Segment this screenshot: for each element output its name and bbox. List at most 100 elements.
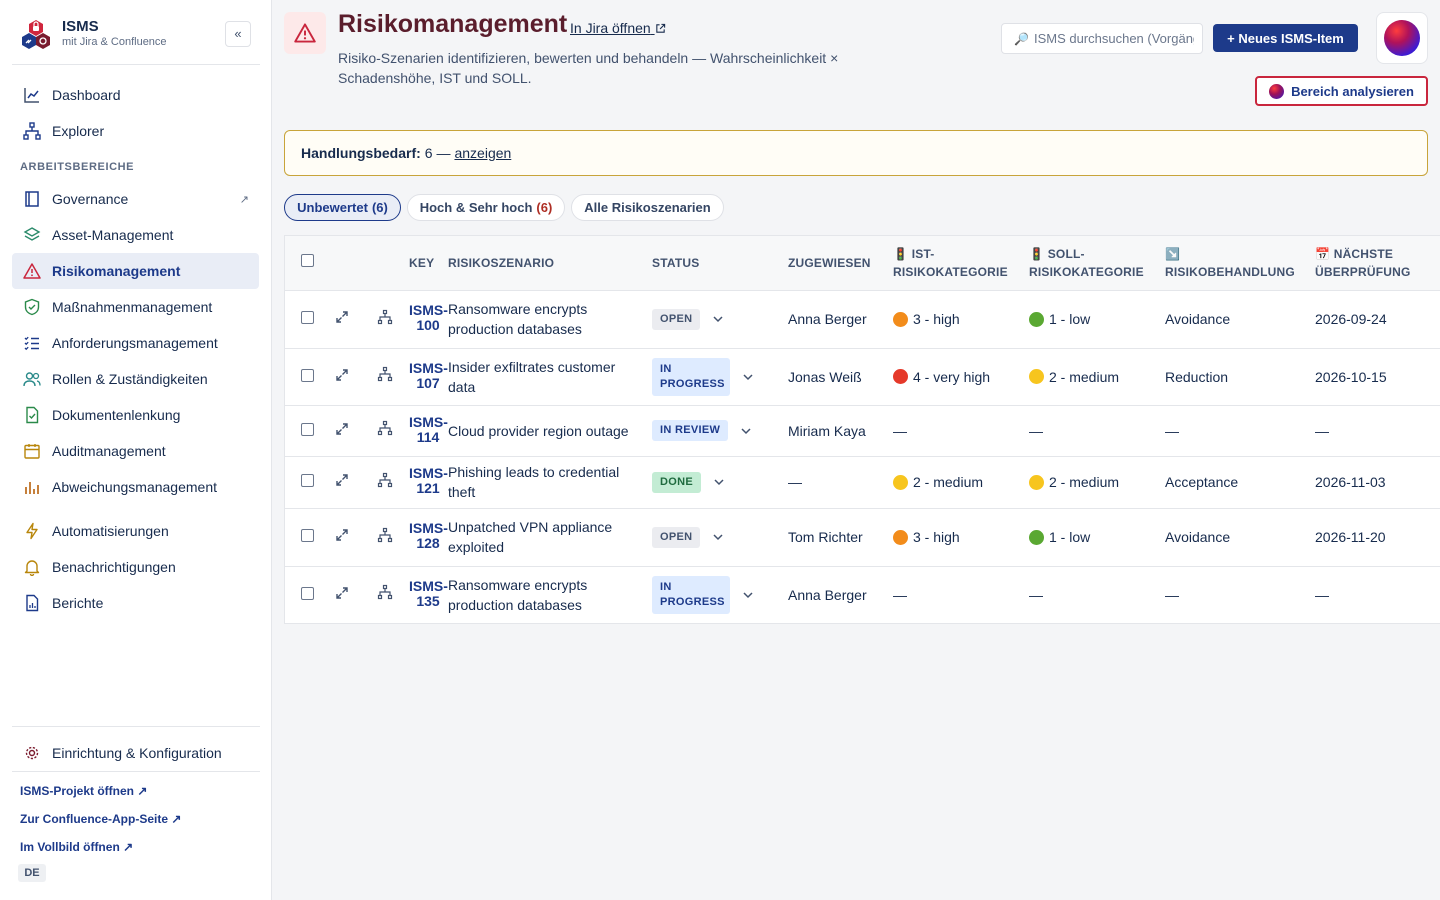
chevron-down-icon[interactable] <box>742 589 754 601</box>
issue-key: ISMS- 114 <box>409 413 448 445</box>
col-header-ist-label: IST-RISIKOKATEGORIE <box>893 246 1008 279</box>
sidebar-item-automatisierungen[interactable]: Automatisierungen <box>12 513 259 549</box>
filter-chip-alle[interactable]: Alle Risikoszenarien <box>571 194 724 221</box>
layers-icon <box>12 217 52 253</box>
table-row[interactable]: ISMS- 100 Ransomware encrypts production d… <box>285 290 1440 349</box>
analyze-area-button[interactable]: Bereich analysieren <box>1255 76 1428 106</box>
col-header-key[interactable]: KEY <box>409 236 448 291</box>
hierarchy-icon[interactable] <box>377 366 393 382</box>
ist-category: 4 - very high <box>913 368 991 385</box>
expand-icon[interactable] <box>335 310 349 324</box>
col-header-next-review[interactable]: 📅 NÄCHSTE ÜBERPRÜFUNG <box>1315 236 1440 291</box>
users-icon <box>12 361 52 397</box>
open-isms-project-link[interactable]: ISMS-Projekt öffnen ↗ <box>20 784 147 798</box>
main-content: Risikomanagement In Jira öffnen Risiko-S… <box>272 0 1440 900</box>
show-action-items-link[interactable]: anzeigen <box>454 145 511 161</box>
issue-key-link[interactable]: ISMS- 128 <box>409 521 448 551</box>
chevron-down-icon[interactable] <box>712 313 724 325</box>
table-row[interactable]: ISMS- 107 Insider exfiltrates customer dat… <box>285 348 1440 406</box>
language-badge[interactable]: DE <box>18 864 46 882</box>
sidebar-item-label: Automatisierungen <box>52 523 169 539</box>
col-header-ist[interactable]: 🚦 IST-RISIKOKATEGORIE <box>893 236 1029 291</box>
filter-chip-hoch[interactable]: Hoch & Sehr hoch (6) <box>407 194 565 221</box>
hierarchy-icon[interactable] <box>377 527 393 543</box>
sidebar-item-einrichtung[interactable]: Einrichtung & Konfiguration <box>12 735 259 771</box>
traffic-light-icon: 🚦 <box>893 246 909 261</box>
expand-icon[interactable] <box>335 473 349 487</box>
sidebar-item-dashboard[interactable]: Dashboard <box>12 77 259 113</box>
assignee: — <box>788 474 802 490</box>
hierarchy-icon[interactable] <box>377 584 393 600</box>
sidebar-item-governance[interactable]: Governance ↗ <box>12 181 259 217</box>
brand-name: ISMS <box>62 18 99 35</box>
issue-key-link[interactable]: ISMS- 135 <box>409 578 448 609</box>
row-checkbox[interactable] <box>301 368 314 382</box>
col-header-scenario[interactable]: RISIKOSZENARIO <box>448 236 652 291</box>
sidebar-item-label: Maßnahmenmanagement <box>52 299 213 315</box>
row-checkbox[interactable] <box>301 422 314 436</box>
ist-category: — <box>893 586 907 603</box>
calendar-icon: 📅 <box>1315 246 1331 261</box>
collapse-sidebar-button[interactable]: « <box>225 21 251 47</box>
traffic-light-icon: 🚦 <box>1029 246 1045 261</box>
fullscreen-link[interactable]: Im Vollbild öffnen ↗ <box>20 840 133 854</box>
chevron-down-icon[interactable] <box>740 425 752 437</box>
confluence-app-page-link[interactable]: Zur Confluence-App-Seite ↗ <box>20 812 181 826</box>
hierarchy-icon[interactable] <box>377 472 393 488</box>
table-row[interactable]: ISMS- 114 Cloud provider region outage IN R… <box>285 405 1440 457</box>
status-badge: IN PROGRESS <box>652 357 730 396</box>
table-row[interactable]: ISMS- 135 Ransomware encrypts production d… <box>285 566 1440 623</box>
sidebar-item-rollen[interactable]: Rollen & Zuständigkeiten <box>12 361 259 397</box>
row-checkbox[interactable] <box>301 311 314 324</box>
sidebar-item-explorer[interactable]: Explorer <box>12 113 259 149</box>
chevron-down-icon[interactable] <box>742 371 754 383</box>
select-all-checkbox[interactable] <box>301 253 314 267</box>
sidebar-item-asset-management[interactable]: Asset-Management <box>12 217 259 253</box>
sidebar-item-abweichungen[interactable]: Abweichungsmanagement <box>12 469 259 505</box>
issue-key: ISMS- 107 <box>409 359 448 391</box>
chevron-down-icon[interactable] <box>712 531 724 543</box>
expand-icon[interactable] <box>335 528 349 542</box>
issue-key-link[interactable]: ISMS- 107 <box>409 359 448 391</box>
chevron-down-icon[interactable] <box>713 476 725 488</box>
sidebar-item-anforderungen[interactable]: Anforderungsmanagement <box>12 325 259 361</box>
issue-key-link[interactable]: ISMS- 114 <box>409 413 448 445</box>
sidebar-item-label: Abweichungsmanagement <box>52 479 217 495</box>
sidebar-item-berichte[interactable]: Berichte <box>12 585 259 621</box>
expand-icon[interactable] <box>335 422 349 436</box>
cog-icon <box>12 735 52 771</box>
status-badge: IN REVIEW <box>652 420 729 441</box>
status-badge: OPEN <box>652 526 701 548</box>
sidebar-item-benachrichtigungen[interactable]: Benachrichtigungen <box>12 549 259 585</box>
new-isms-item-button[interactable]: + Neues ISMS-Item <box>1213 24 1358 52</box>
col-header-treatment[interactable]: ↘️ RISIKOBEHANDLUNG <box>1165 236 1315 291</box>
risk-level-dot-icon <box>1029 369 1044 384</box>
bell-icon <box>12 549 52 585</box>
table-row[interactable]: ISMS- 128 Unpatched VPN appliance exploite… <box>285 508 1440 567</box>
row-checkbox[interactable] <box>301 474 314 487</box>
sidebar-item-dokumente[interactable]: Dokumentenlenkung <box>12 397 259 433</box>
col-header-soll[interactable]: 🚦 SOLL-RISIKOKATEGORIE <box>1029 236 1165 291</box>
expand-icon[interactable] <box>335 586 349 600</box>
table-row[interactable]: ISMS- 121 Phishing leads to credential the… <box>285 456 1440 509</box>
issue-key-link[interactable]: ISMS- 121 <box>409 466 448 496</box>
expand-icon[interactable] <box>335 368 349 382</box>
search-box[interactable]: 🔎 <box>1001 23 1203 54</box>
col-header-status[interactable]: STATUS <box>652 236 788 291</box>
row-checkbox[interactable] <box>301 586 314 600</box>
search-input[interactable] <box>1033 31 1194 46</box>
sidebar-item-audit[interactable]: Auditmanagement <box>12 433 259 469</box>
issue-key-link[interactable]: ISMS- 100 <box>409 303 448 333</box>
col-header-assigned[interactable]: ZUGEWIESEN <box>788 236 893 291</box>
hierarchy-icon[interactable] <box>377 420 393 436</box>
row-checkbox[interactable] <box>301 529 314 542</box>
filter-chip-unbewertet[interactable]: Unbewertet (6) <box>284 194 401 221</box>
user-menu[interactable] <box>1376 12 1428 64</box>
hierarchy-icon[interactable] <box>377 309 393 325</box>
open-in-jira-link[interactable]: In Jira öffnen <box>570 20 666 36</box>
search-icon: 🔎 <box>1014 31 1029 46</box>
risk-treatment: Reduction <box>1165 368 1229 385</box>
sidebar-item-massnahmen[interactable]: Maßnahmenmanagement <box>12 289 259 325</box>
sidebar-item-risikomanagement[interactable]: Risikomanagement <box>12 253 259 289</box>
external-link-icon: ↗ <box>239 193 249 206</box>
